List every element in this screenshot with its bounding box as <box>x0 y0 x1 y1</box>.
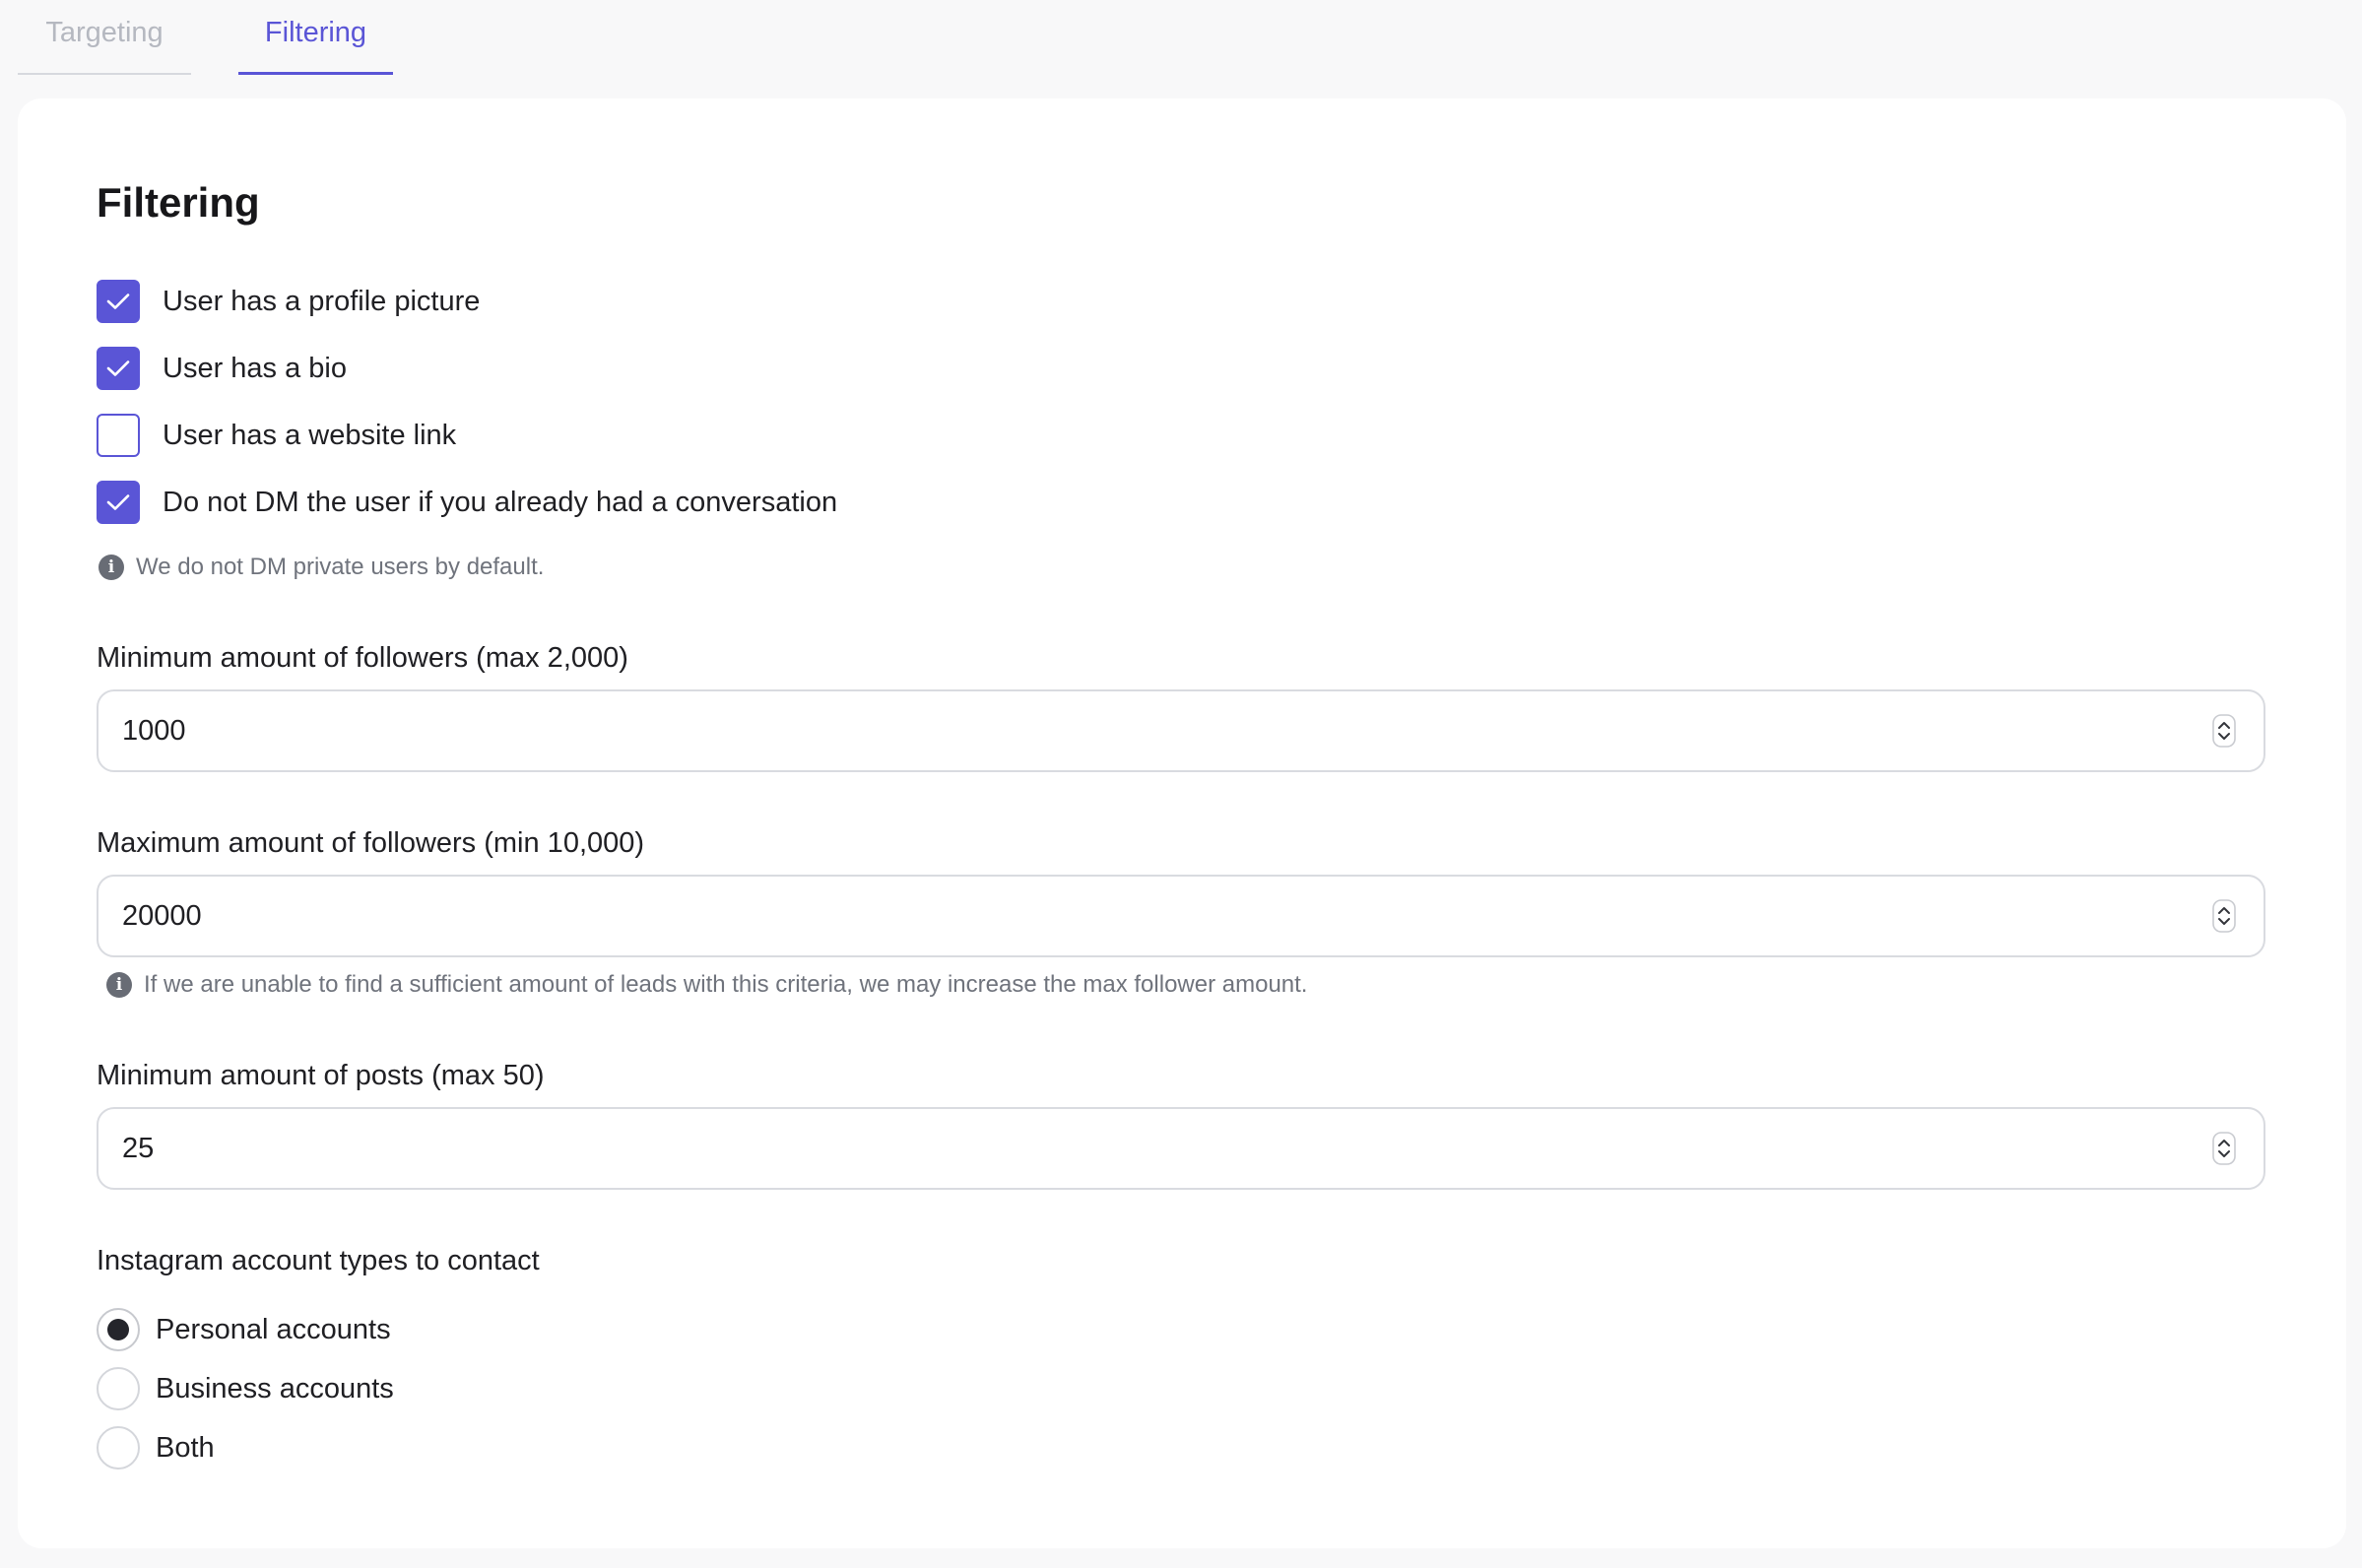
checkbox-box[interactable] <box>97 414 140 457</box>
filtering-card: Filtering User has a profile picture Use… <box>18 98 2346 1548</box>
checkbox-label: Do not DM the user if you already had a … <box>163 486 838 518</box>
radio-label: Personal accounts <box>156 1313 391 1345</box>
account-types-label: Instagram account types to contact <box>97 1245 540 1276</box>
max-followers-hint: i If we are unable to find a sufficient … <box>106 971 1307 999</box>
checkbox-bio[interactable]: User has a bio <box>97 347 347 390</box>
private-users-hint: i We do not DM private users by default. <box>98 554 544 581</box>
radio-personal-accounts[interactable]: Personal accounts <box>97 1308 391 1351</box>
checkbox-box[interactable] <box>97 481 140 524</box>
checkbox-box[interactable] <box>97 280 140 323</box>
hint-text: If we are unable to find a sufficient am… <box>144 971 1308 998</box>
radio-button[interactable] <box>97 1367 140 1410</box>
checkbox-profile-picture[interactable]: User has a profile picture <box>97 280 480 323</box>
radio-label: Both <box>156 1431 215 1464</box>
radio-business-accounts[interactable]: Business accounts <box>97 1367 394 1410</box>
min-followers-input[interactable]: 1000 <box>97 689 2265 772</box>
tab-bar: Targeting Filtering <box>18 0 393 75</box>
tab-targeting[interactable]: Targeting <box>18 0 191 75</box>
max-followers-input[interactable]: 20000 <box>97 875 2265 957</box>
min-posts-label: Minimum amount of posts (max 50) <box>97 1060 545 1091</box>
checkbox-label: User has a bio <box>163 352 347 384</box>
section-title: Filtering <box>97 179 260 226</box>
checkbox-no-repeat-dm[interactable]: Do not DM the user if you already had a … <box>97 481 837 524</box>
spinner-arrows-icon[interactable] <box>2210 713 2238 749</box>
hint-text: We do not DM private users by default. <box>136 554 545 580</box>
info-icon: i <box>98 555 124 580</box>
checkbox-label: User has a profile picture <box>163 285 481 317</box>
min-followers-value[interactable]: 1000 <box>122 715 2210 748</box>
checkbox-box[interactable] <box>97 347 140 390</box>
radio-button[interactable] <box>97 1308 140 1351</box>
checkbox-label: User has a website link <box>163 419 457 451</box>
radio-both[interactable]: Both <box>97 1426 215 1470</box>
checkbox-website-link[interactable]: User has a website link <box>97 414 456 457</box>
radio-label: Business accounts <box>156 1372 394 1405</box>
max-followers-label: Maximum amount of followers (min 10,000) <box>97 827 645 859</box>
check-icon <box>106 294 130 309</box>
radio-dot <box>107 1319 129 1340</box>
info-icon: i <box>106 972 132 998</box>
radio-button[interactable] <box>97 1426 140 1470</box>
check-icon <box>106 494 130 510</box>
spinner-arrows-icon[interactable] <box>2210 1131 2238 1166</box>
min-posts-value[interactable]: 25 <box>122 1133 2210 1165</box>
min-followers-label: Minimum amount of followers (max 2,000) <box>97 642 628 674</box>
check-icon <box>106 360 130 376</box>
max-followers-value[interactable]: 20000 <box>122 900 2210 933</box>
tab-filtering[interactable]: Filtering <box>238 0 393 75</box>
min-posts-input[interactable]: 25 <box>97 1107 2265 1190</box>
spinner-arrows-icon[interactable] <box>2210 898 2238 934</box>
